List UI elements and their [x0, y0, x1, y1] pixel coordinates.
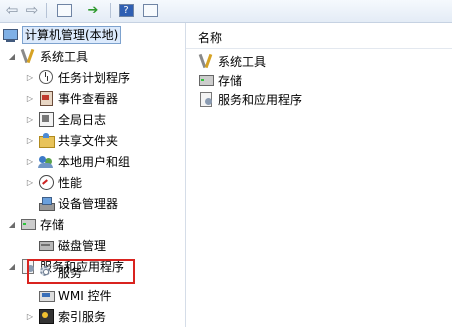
expand-arrow-icon[interactable]: ▷ [24, 136, 36, 145]
list-item[interactable]: 服务和应用程序 [198, 90, 302, 108]
disk-icon [38, 237, 54, 253]
wmi-icon [38, 287, 55, 303]
tree-item-computer-management[interactable]: 计算机管理(本地) [2, 25, 122, 45]
tree-item-label: 设备管理器 [58, 196, 119, 211]
list-item-label: 存储 [218, 73, 243, 88]
tree-item-label: WMI 控件 [58, 288, 112, 303]
tree-item-global-log[interactable]: ▷ 全局日志 [24, 109, 106, 129]
tree-item-event-viewer[interactable]: ▷ 事件查看器 [24, 88, 118, 108]
tree-item-system-tools[interactable]: ◢ 系统工具 [6, 46, 88, 66]
log-icon [38, 111, 54, 127]
tree-item-label: 存储 [40, 217, 65, 232]
tree-item-label: 共享文件夹 [58, 133, 119, 148]
show-hide-tree-icon[interactable] [55, 2, 73, 19]
toolbar-separator [46, 3, 47, 18]
back-icon[interactable]: ⇦ [4, 2, 20, 19]
details-list: 名称 系统工具 存储 服务和应用程序 [186, 23, 452, 327]
device-manager-icon [38, 195, 55, 211]
collapse-arrow-icon[interactable]: ◢ [6, 220, 18, 229]
help-icon[interactable]: ? [118, 2, 134, 19]
services-applications-icon [198, 91, 214, 107]
expand-arrow-icon[interactable]: ▷ [24, 94, 36, 103]
tree-item-label: 性能 [58, 175, 83, 190]
users-icon [38, 153, 54, 169]
tree-item-performance[interactable]: ▷ 性能 [24, 172, 82, 192]
clock-icon [38, 69, 54, 85]
column-header-name[interactable]: 名称 [186, 26, 452, 49]
expand-arrow-icon[interactable]: ▷ [24, 178, 36, 187]
tree-item-label: 磁盘管理 [58, 238, 107, 253]
tree-item-label: 索引服务 [58, 309, 107, 324]
tree-item-shared-folders[interactable]: ▷ 共享文件夹 [24, 130, 118, 150]
tree-item-label: 任务计划程序 [58, 70, 131, 85]
storage-icon [20, 216, 36, 232]
list-item-label: 系统工具 [218, 54, 267, 69]
tools-icon [198, 53, 214, 69]
export-list-icon[interactable]: ➔ [84, 2, 102, 19]
tree-item-device-manager[interactable]: 设备管理器 [38, 193, 118, 213]
tree-item-local-users[interactable]: ▷ 本地用户和组 [24, 151, 130, 171]
computer-icon [2, 27, 18, 43]
properties-icon[interactable] [141, 2, 159, 19]
collapse-arrow-icon[interactable]: ◢ [6, 52, 18, 61]
toolbar: ⇦ ⇨ ➔ ? [0, 0, 452, 23]
indexing-icon [38, 308, 54, 324]
tree-item-label: 计算机管理(本地) [22, 26, 122, 44]
forward-icon[interactable]: ⇨ [24, 2, 40, 19]
expand-arrow-icon[interactable]: ▷ [24, 157, 36, 166]
tree-item-storage[interactable]: ◢ 存储 [6, 214, 64, 234]
highlight-box [27, 259, 135, 284]
expand-arrow-icon[interactable]: ▷ [24, 73, 36, 82]
expand-arrow-icon[interactable]: ▷ [24, 312, 36, 321]
tools-icon [20, 48, 36, 64]
toolbar-separator [110, 3, 111, 18]
collapse-arrow-icon[interactable]: ◢ [6, 262, 18, 271]
tree-item-task-scheduler[interactable]: ▷ 任务计划程序 [24, 67, 130, 87]
list-item[interactable]: 存储 [198, 71, 242, 89]
event-viewer-icon [38, 90, 54, 106]
shared-folder-icon [38, 132, 55, 148]
tree-item-label: 本地用户和组 [58, 154, 131, 169]
tree-item-wmi-control[interactable]: WMI 控件 [38, 285, 112, 305]
tree-item-label: 系统工具 [40, 49, 89, 64]
expand-arrow-icon[interactable]: ▷ [24, 115, 36, 124]
column-header-label: 名称 [198, 30, 223, 45]
tree-item-label: 全局日志 [58, 112, 107, 127]
performance-icon [38, 174, 54, 190]
tree-item-indexing-service[interactable]: ▷ 索引服务 [24, 306, 106, 326]
tree-item-disk-management[interactable]: 磁盘管理 [38, 235, 106, 255]
list-item[interactable]: 系统工具 [198, 52, 266, 70]
tree-item-label: 事件查看器 [58, 91, 119, 106]
storage-icon [198, 72, 214, 88]
list-item-label: 服务和应用程序 [218, 92, 303, 107]
